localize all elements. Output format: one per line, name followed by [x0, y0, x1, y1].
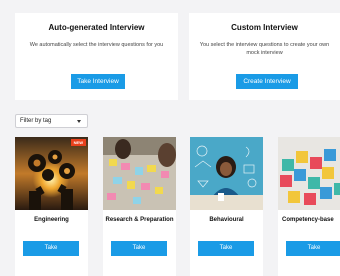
tile-label: Competency-base [282, 217, 334, 223]
tile-label: Engineering [34, 217, 69, 223]
filter-value: Filter by tag [20, 118, 52, 124]
behavioural-image [190, 137, 263, 210]
tile-label: Behavioural [209, 217, 244, 223]
research-image [103, 137, 176, 210]
take-button[interactable]: Take [286, 241, 340, 256]
auto-card-description: We automatically select the interview qu… [29, 42, 164, 48]
auto-generated-interview-card: Auto-generated Interview We automaticall… [15, 13, 178, 100]
tile-competency-based[interactable]: Competency-base Take [278, 137, 340, 276]
filter-by-tag-select[interactable]: Filter by tag [15, 114, 88, 128]
create-interview-button[interactable]: Create Interview [236, 74, 298, 89]
take-interview-button[interactable]: Take Interview [71, 74, 125, 89]
custom-card-description: You select the interview questions to cr… [199, 42, 330, 56]
auto-card-title: Auto-generated Interview [48, 23, 145, 32]
chevron-down-icon [77, 120, 81, 123]
tile-engineering[interactable]: NEW Engineering Take [15, 137, 88, 276]
tile-label: Research & Preparation [105, 217, 174, 223]
take-button[interactable]: Take [111, 241, 167, 256]
competency-image [278, 137, 340, 210]
take-button[interactable]: Take [23, 241, 79, 256]
engineering-image: NEW [15, 137, 88, 210]
take-button[interactable]: Take [198, 241, 254, 256]
tile-research-preparation[interactable]: Research & Preparation Take [103, 137, 176, 276]
tile-behavioural[interactable]: Behavioural Take [190, 137, 263, 276]
custom-card-title: Custom Interview [231, 23, 298, 32]
new-badge: NEW [70, 139, 86, 146]
custom-interview-card: Custom Interview You select the intervie… [189, 13, 340, 100]
